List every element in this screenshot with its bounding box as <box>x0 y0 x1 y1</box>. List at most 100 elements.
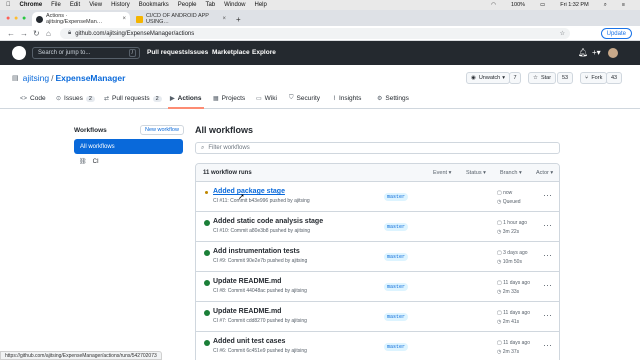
fork-button[interactable]: ⑂ Fork <box>580 72 608 84</box>
run-title-link[interactable]: Added static code analysis stage <box>213 218 323 225</box>
menu-view[interactable]: View <box>89 2 102 8</box>
nav-pull-requests[interactable]: Pull requests <box>147 49 188 56</box>
workflow-run-row[interactable]: Added unit test cases CI #6: Commit 6c45… <box>196 332 559 360</box>
update-button[interactable]: Update <box>600 28 632 39</box>
tab-pull-requests[interactable]: ⇄ Pull requests 2 <box>104 95 162 102</box>
success-check-icon <box>204 340 210 346</box>
unwatch-count[interactable]: 7 <box>509 72 521 84</box>
nav-explore[interactable]: Explore <box>252 49 276 56</box>
wifi-icon[interactable]: ◠ <box>491 2 496 8</box>
forward-icon[interactable]: → <box>20 29 28 38</box>
actor-filter[interactable]: Actor ▾ <box>536 170 553 176</box>
run-title-link[interactable]: Update README.md <box>213 308 281 315</box>
branch-badge[interactable]: master <box>384 193 409 201</box>
workflow-run-row[interactable]: Added package stage CI #11: Commit b43e9… <box>196 182 559 212</box>
close-tab-icon[interactable]: × <box>122 16 126 22</box>
sidebar-item-all-workflows[interactable]: All workflows <box>74 139 183 154</box>
run-time: ▢ 3 days ago <box>497 250 528 256</box>
tab-bar: ● ● ● Actions · ajitsing/ExpenseMan… × C… <box>0 10 640 26</box>
tab-settings[interactable]: ⚙ Settings <box>377 95 409 102</box>
branch-badge[interactable]: master <box>384 283 409 291</box>
run-title-link[interactable]: Update README.md <box>213 278 281 285</box>
fork-count[interactable]: 43 <box>606 72 622 84</box>
new-tab-button[interactable]: + <box>232 12 244 26</box>
more-options-icon[interactable]: ··· <box>543 310 552 320</box>
menu-tab[interactable]: Tab <box>205 2 215 8</box>
menu-list-icon[interactable]: ≡ <box>622 2 625 8</box>
branch-filter[interactable]: Branch ▾ <box>500 170 522 176</box>
status-filter[interactable]: Status ▾ <box>466 170 486 176</box>
more-options-icon[interactable]: ··· <box>543 220 552 230</box>
plus-dropdown-icon[interactable]: +▾ <box>592 48 601 57</box>
menu-people[interactable]: People <box>178 2 197 8</box>
code-icon: <> <box>20 95 28 102</box>
menu-window[interactable]: Window <box>224 2 245 8</box>
star-count[interactable]: 53 <box>557 72 573 84</box>
run-title-link[interactable]: Added package stage <box>213 188 285 195</box>
sidebar-item-ci[interactable]: ⛓ CI <box>79 158 99 166</box>
workflow-run-row[interactable]: Add instrumentation tests CI #9: Commit … <box>196 242 559 272</box>
tab-code[interactable]: <> Code <box>20 95 46 102</box>
zoom-window-icon[interactable]: ● <box>22 15 26 22</box>
workflow-run-row[interactable]: Update README.md CI #7: Commit cdd8270 p… <box>196 302 559 332</box>
menu-file[interactable]: File <box>51 2 61 8</box>
run-meta: CI #7: Commit cdd8270 pushed by ajitsing <box>213 318 307 324</box>
tab-actions[interactable]: Actions · ajitsing/ExpenseMan… × <box>32 12 130 26</box>
run-title-link[interactable]: Add instrumentation tests <box>213 248 300 255</box>
more-options-icon[interactable]: ··· <box>543 250 552 260</box>
run-title-link[interactable]: Added unit test cases <box>213 338 285 345</box>
search-input[interactable]: Search or jump to... / <box>32 47 140 59</box>
branch-badge[interactable]: master <box>384 223 409 231</box>
tab-security[interactable]: ⛉ Security <box>289 95 320 102</box>
menu-history[interactable]: History <box>111 2 130 8</box>
url-field[interactable]: 🔒︎ github.com/ajitsing/ExpenseManager/ac… <box>60 28 570 39</box>
more-options-icon[interactable]: ··· <box>543 190 552 200</box>
close-tab-icon[interactable]: × <box>222 16 226 22</box>
repo-owner-link[interactable]: ajitsing <box>23 73 49 83</box>
github-logo-icon[interactable] <box>12 46 26 60</box>
search-icon[interactable]: ⌕ <box>604 2 607 9</box>
unwatch-button[interactable]: ◉ Unwatch ▾ <box>466 72 510 84</box>
nav-issues[interactable]: Issues <box>188 49 208 56</box>
clock-icon: ◷ <box>497 259 502 265</box>
tab-insights[interactable]: ⌇ Insights <box>333 95 361 102</box>
tab-wiki[interactable]: ▭ Wiki <box>256 95 277 102</box>
nav-marketplace[interactable]: Marketplace <box>212 49 250 56</box>
workflow-run-row[interactable]: Added static code analysis stage CI #10:… <box>196 212 559 242</box>
filter-workflows-input[interactable]: ⌕ Filter workflows <box>195 142 560 154</box>
avatar[interactable] <box>608 48 618 58</box>
branch-badge[interactable]: master <box>384 253 409 261</box>
clock-icon: ◷ <box>497 199 502 205</box>
menu-edit[interactable]: Edit <box>70 2 80 8</box>
battery-icon[interactable]: ▭ <box>540 2 545 8</box>
star-button[interactable]: ☆ Star <box>528 72 557 84</box>
repo-name-link[interactable]: ExpenseManager <box>55 73 125 83</box>
more-options-icon[interactable]: ··· <box>543 280 552 290</box>
tab-cicd-article[interactable]: CI/CD OF ANDROID APP USING… × <box>132 12 230 26</box>
menu-chrome[interactable]: Chrome <box>20 2 43 8</box>
clock[interactable]: Fri 1:32 PM <box>560 2 588 8</box>
apple-icon[interactable]:  <box>6 2 11 8</box>
page-title: All workflows <box>195 125 254 135</box>
back-icon[interactable]: ← <box>7 29 15 38</box>
bell-icon[interactable]: 🔔︎ <box>578 48 588 57</box>
menu-help[interactable]: Help <box>255 2 267 8</box>
branch-badge[interactable]: master <box>384 313 409 321</box>
issue-icon: ⊙ <box>56 96 62 102</box>
tab-actions[interactable]: ▶ Actions <box>170 95 201 102</box>
tab-issues[interactable]: ⊙ Issues 2 <box>56 95 95 102</box>
home-icon[interactable]: ⌂ <box>46 29 51 38</box>
close-window-icon[interactable]: ● <box>6 15 10 22</box>
workflow-run-row[interactable]: Update README.md CI #8: Commit 44048ac p… <box>196 272 559 302</box>
branch-badge[interactable]: master <box>384 343 409 351</box>
menu-bookmarks[interactable]: Bookmarks <box>139 2 169 8</box>
reload-icon[interactable]: ↻ <box>33 29 40 38</box>
event-filter[interactable]: Event ▾ <box>433 170 451 176</box>
new-workflow-button[interactable]: New workflow <box>140 125 184 135</box>
more-options-icon[interactable]: ··· <box>543 340 552 350</box>
search-placeholder: Search or jump to... <box>38 50 91 56</box>
minimize-window-icon[interactable]: ● <box>14 15 18 22</box>
tab-projects[interactable]: ▦ Projects <box>213 95 245 102</box>
star-bookmark-icon[interactable]: ☆ <box>560 30 565 37</box>
run-time: ▢ 11 days ago <box>497 340 530 346</box>
